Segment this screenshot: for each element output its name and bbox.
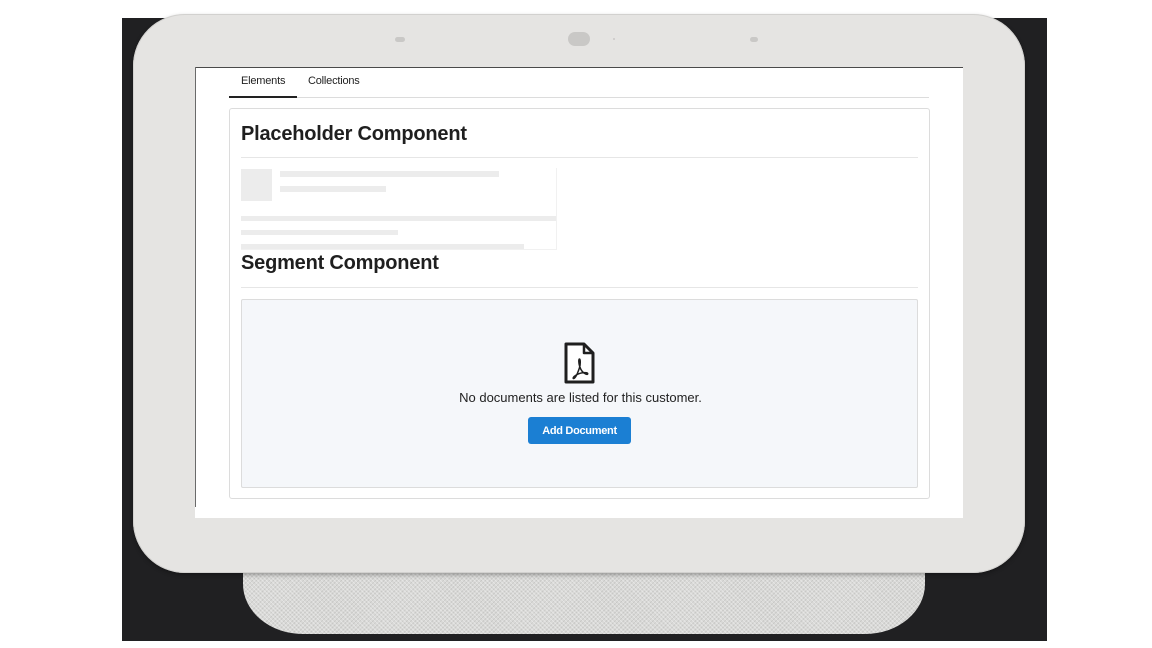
camera-icon — [568, 32, 590, 46]
tab-elements[interactable]: Elements — [241, 75, 285, 87]
components-card: Placeholder Component Segment Component … — [229, 108, 930, 499]
skeleton-line — [241, 244, 524, 249]
active-tab-indicator — [229, 96, 297, 98]
empty-state-message: No documents are listed for this custome… — [459, 390, 702, 405]
skeleton-image — [241, 169, 272, 201]
divider — [241, 157, 918, 158]
sensor-dot-icon — [613, 38, 615, 40]
skeleton-line — [241, 216, 556, 221]
placeholder-component-heading: Placeholder Component — [241, 123, 467, 145]
skeleton-line — [241, 230, 398, 235]
sensor-left-icon — [395, 37, 405, 42]
placeholder-skeleton — [241, 168, 557, 250]
skeleton-line — [280, 171, 499, 177]
divider — [241, 287, 918, 288]
tab-collections[interactable]: Collections — [308, 75, 360, 87]
empty-documents-segment: No documents are listed for this custome… — [241, 299, 918, 488]
device-screen: Elements Collections Placeholder Compone… — [195, 67, 963, 518]
pdf-document-icon — [563, 342, 595, 389]
segment-component-heading: Segment Component — [241, 252, 439, 274]
tab-bar: Elements Collections — [229, 67, 929, 98]
add-document-button[interactable]: Add Document — [528, 417, 631, 444]
skeleton-line — [280, 186, 386, 192]
sensor-right-icon — [750, 37, 758, 42]
